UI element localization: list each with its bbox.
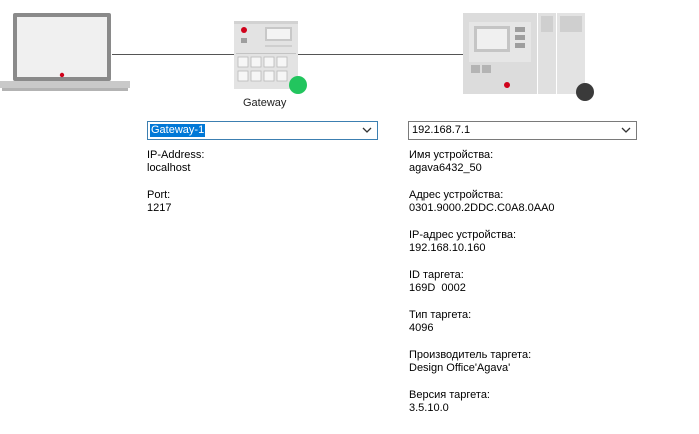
device-ip-field: IP-адрес устройства: 192.168.10.160: [409, 229, 555, 255]
gateway-select[interactable]: Gateway-1: [147, 121, 378, 140]
device-address-value: 0301.9000.2DDC.C0A8.0AA0: [409, 202, 555, 214]
target-version-value: 3.5.10.0: [409, 402, 449, 414]
target-vendor-label: Производитель таргета:: [409, 349, 532, 361]
plc-device-icon: [463, 13, 585, 94]
target-type-value: 4096: [409, 322, 434, 334]
device-name-label: Имя устройства:: [409, 149, 494, 161]
target-type-label: Тип таргета:: [409, 309, 472, 321]
target-version-label: Версия таргета:: [409, 389, 490, 401]
gateway-status-indicator: [289, 76, 307, 94]
gateway-info-panel: IP-Address: localhost Port: 1217: [147, 149, 204, 229]
device-select[interactable]: 192.168.7.1: [408, 121, 637, 140]
gateway-port-field: Port: 1217: [147, 189, 204, 215]
device-status-indicator: [576, 83, 594, 101]
network-line-gateway-device: [298, 54, 464, 55]
chevron-down-icon[interactable]: [621, 127, 631, 134]
chevron-down-icon[interactable]: [362, 127, 372, 134]
device-ip-value: 192.168.10.160: [409, 242, 486, 254]
device-select-value: 192.168.7.1: [412, 124, 471, 136]
device-info-panel: Имя устройства: agava6432_50 Адрес устро…: [409, 149, 555, 429]
gateway-ip-value: localhost: [147, 162, 191, 174]
gateway-ip-field: IP-Address: localhost: [147, 149, 204, 175]
gateway-port-label: Port:: [147, 189, 171, 201]
device-address-label: Адрес устройства:: [409, 189, 504, 201]
device-ip-label: IP-адрес устройства:: [409, 229, 517, 241]
target-version-field: Версия таргета: 3.5.10.0: [409, 389, 555, 415]
target-id-field: ID таргета: 169D 0002: [409, 269, 555, 295]
target-id-label: ID таргета:: [409, 269, 464, 281]
gateway-device-label: Gateway: [243, 97, 287, 109]
target-vendor-field: Производитель таргета: Design Office'Aga…: [409, 349, 555, 375]
laptop-icon: [0, 13, 130, 91]
target-id-value: 169D 0002: [409, 282, 466, 294]
device-name-value: agava6432_50: [409, 162, 482, 174]
target-vendor-value: Design Office'Agava': [409, 362, 511, 374]
device-address-field: Адрес устройства: 0301.9000.2DDC.C0A8.0A…: [409, 189, 555, 215]
gateway-device-icon: [234, 21, 298, 89]
target-type-field: Тип таргета: 4096: [409, 309, 555, 335]
gateway-select-value: Gateway-1: [150, 124, 206, 137]
device-name-field: Имя устройства: agava6432_50: [409, 149, 555, 175]
gateway-ip-label: IP-Address:: [147, 149, 205, 161]
gateway-port-value: 1217: [147, 202, 172, 214]
